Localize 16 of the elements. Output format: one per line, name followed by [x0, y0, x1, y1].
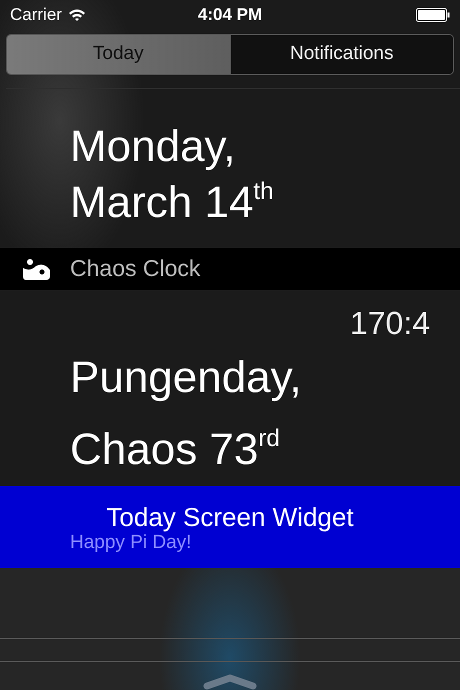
segment-tab[interactable]: Notifications — [230, 35, 453, 74]
chaos-date-text: Chaos 73$^{rd}$ — [70, 424, 280, 476]
chaos-date-text: Pungenday, — [70, 352, 302, 404]
battery-icon — [416, 8, 450, 22]
segment-tab[interactable]: Today — [7, 35, 230, 74]
chaos-time: 170:4 — [350, 305, 430, 342]
wifi-icon — [68, 8, 86, 22]
app-icon — [22, 258, 52, 280]
app-name: Chaos Clock — [70, 255, 200, 282]
carrier-label: Carrier — [10, 4, 62, 24]
banner-title: Today Screen Widget — [106, 502, 354, 532]
date-text: Monday, — [70, 120, 236, 173]
greeting-text: Happy Pi Day! — [70, 532, 192, 554]
date-text: March 14$^{th}$ — [70, 176, 274, 229]
clock-time: 4:04 PM — [198, 4, 262, 24]
chevron-icon[interactable] — [203, 674, 257, 690]
